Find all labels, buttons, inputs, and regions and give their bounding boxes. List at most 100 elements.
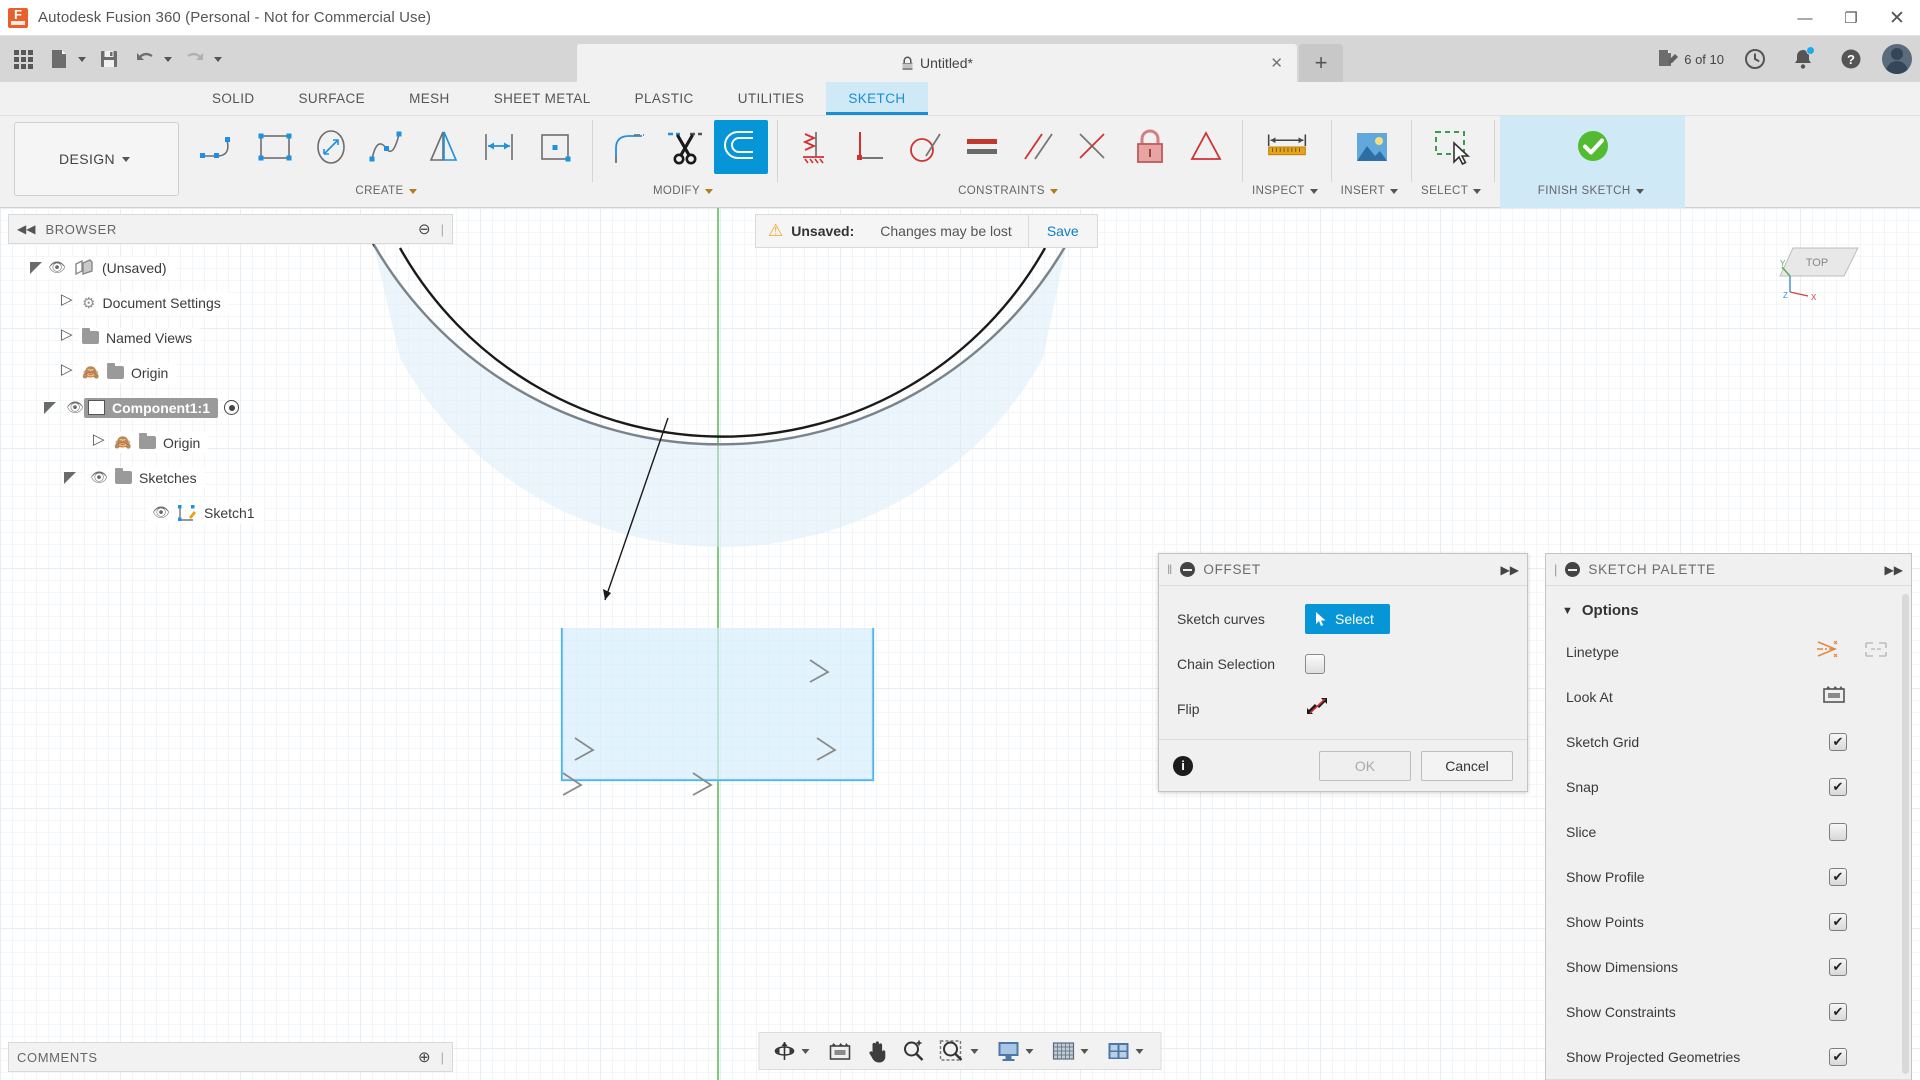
workspace-selector-button[interactable]: DESIGN [14,122,179,196]
green-check-icon[interactable] [1566,120,1620,174]
sketch-palette-header[interactable]: | SKETCH PALETTE ▶▶ [1546,554,1911,586]
chevron-down-icon[interactable] [1310,189,1318,194]
close-button[interactable]: ✕ [1874,0,1920,36]
visibility-eye-icon[interactable]: 👁 [48,259,66,276]
visibility-eye-off-icon[interactable]: 🙈 [114,434,132,451]
new-tab-button[interactable]: + [1299,44,1343,82]
flip-icon[interactable] [1305,695,1329,722]
chevron-down-icon[interactable] [705,189,713,194]
tree-item-unsaved[interactable]: 👁 (Unsaved) [8,250,453,285]
orbit-button[interactable] [768,1036,819,1066]
minimize-button[interactable]: — [1782,0,1828,36]
collapse-icon[interactable] [1565,562,1580,577]
line-tool-icon[interactable] [193,120,247,174]
look-at-button[interactable] [823,1036,857,1066]
add-comment-icon[interactable]: ⊕ [418,1048,431,1066]
panel-grip[interactable]: | [1554,562,1557,577]
offset-dialog-header[interactable]: ‖ OFFSET ▶▶ [1159,554,1527,586]
chevron-down-icon[interactable] [1136,1049,1144,1054]
show-projected-geometries-checkbox[interactable]: ✔ [1829,1048,1847,1066]
expander-closed-icon[interactable] [60,366,70,380]
offset-tool-icon[interactable] [714,120,768,174]
panel-grip[interactable]: | [441,222,444,237]
chevron-down-icon[interactable] [971,1049,979,1054]
chevron-down-icon[interactable] [1050,189,1058,194]
chain-selection-checkbox[interactable] [1305,654,1325,674]
expander-closed-icon[interactable] [92,436,102,450]
cancel-button[interactable]: Cancel [1421,751,1513,781]
tab-sheet-metal[interactable]: SHEET METAL [472,82,613,115]
rectangle-tool-icon[interactable] [249,120,303,174]
circle-tool-icon[interactable] [305,120,359,174]
collapse-icon[interactable] [1180,562,1195,577]
tree-item-named-views[interactable]: Named Views [8,320,453,355]
tangent-constraint-icon[interactable] [899,120,953,174]
dialog-grip[interactable]: ‖ [1167,562,1172,577]
expander-open-icon[interactable] [30,261,44,275]
tree-item-document-settings[interactable]: ⚙ Document Settings [8,285,453,320]
tab-sketch[interactable]: SKETCH [826,82,927,115]
tab-surface[interactable]: SURFACE [277,82,388,115]
select-cursor-icon[interactable] [1426,120,1480,174]
display-settings-button[interactable] [992,1036,1043,1066]
info-icon[interactable]: i [1173,756,1193,776]
zoom-window-button[interactable] [935,1036,988,1066]
expander-open-icon[interactable] [64,471,78,485]
rectangular-pattern-icon[interactable] [529,120,583,174]
expand-icon[interactable]: ▶▶ [1501,563,1519,577]
spline-tool-icon[interactable] [361,120,415,174]
perpendicular-constraint-icon[interactable] [843,120,897,174]
pan-button[interactable] [861,1036,893,1066]
select-sketch-curves-button[interactable]: Select [1305,604,1390,634]
show-dimensions-checkbox[interactable]: ✔ [1829,958,1847,976]
midpoint-constraint-icon[interactable] [1067,120,1121,174]
visibility-eye-icon[interactable]: 👁 [90,469,108,486]
zoom-button[interactable] [897,1036,931,1066]
comments-panel[interactable]: COMMENTS ⊕ | [8,1042,453,1072]
tree-item-sketches[interactable]: 👁 Sketches [8,460,453,495]
main-viewport[interactable]: TOP Y X Z ◀◀ BROWSER ⊖ | 👁 (Unsaved) [0,208,1920,1080]
undo-button[interactable] [128,42,176,76]
collapse-icon[interactable]: ◀◀ [17,222,35,236]
expand-icon[interactable]: ▶▶ [1885,563,1903,577]
chevron-down-icon[interactable] [409,189,417,194]
tab-plastic[interactable]: PLASTIC [613,82,716,115]
close-icon[interactable]: ✕ [1270,54,1283,72]
show-constraints-checkbox[interactable]: ✔ [1829,1003,1847,1021]
user-avatar[interactable] [1882,44,1912,74]
visibility-eye-icon[interactable]: 👁 [152,504,170,521]
fix-unfix-lock-icon[interactable] [1123,120,1177,174]
palette-scrollbar[interactable] [1902,594,1909,1074]
new-document-button[interactable] [42,42,90,76]
expander-closed-icon[interactable] [60,331,70,345]
symmetry-constraint-icon[interactable] [1179,120,1233,174]
ok-button[interactable]: OK [1319,751,1411,781]
chevron-down-icon[interactable] [802,1049,810,1054]
mirror-tool-icon[interactable] [417,120,471,174]
expander-open-icon[interactable] [44,401,58,415]
save-link[interactable]: Save [1028,215,1097,247]
chevron-down-icon[interactable] [1636,189,1644,194]
tree-item-sketch1[interactable]: 👁 Sketch1 [8,495,453,530]
ribbon-group-finish-sketch[interactable]: FINISH SKETCH [1500,116,1685,208]
show-points-checkbox[interactable]: ✔ [1829,913,1847,931]
maximize-button[interactable]: ❐ [1828,0,1874,36]
show-profile-checkbox[interactable]: ✔ [1829,868,1847,886]
expander-closed-icon[interactable] [60,296,70,310]
options-section-header[interactable]: ▼ Options [1546,596,1911,629]
app-grid-icon[interactable] [6,42,40,76]
tree-item-origin-component[interactable]: 🙈 Origin [8,425,453,460]
parallel-constraint-icon[interactable] [1011,120,1065,174]
snap-checkbox[interactable]: ✔ [1829,778,1847,796]
centerline-linetype-icon[interactable] [1863,638,1889,665]
minimize-icon[interactable]: ⊖ [418,220,431,238]
tab-utilities[interactable]: UTILITIES [716,82,827,115]
activate-component-radio[interactable] [224,400,239,415]
chevron-down-icon[interactable] [1390,189,1398,194]
panel-grip[interactable]: | [441,1050,444,1065]
sketch-dimension-icon[interactable] [473,120,527,174]
sketch-grid-checkbox[interactable]: ✔ [1829,733,1847,751]
visibility-eye-off-icon[interactable]: 🙈 [82,364,100,381]
vertical-horizontal-constraint-icon[interactable] [787,120,841,174]
trim-scissors-icon[interactable] [658,120,712,174]
